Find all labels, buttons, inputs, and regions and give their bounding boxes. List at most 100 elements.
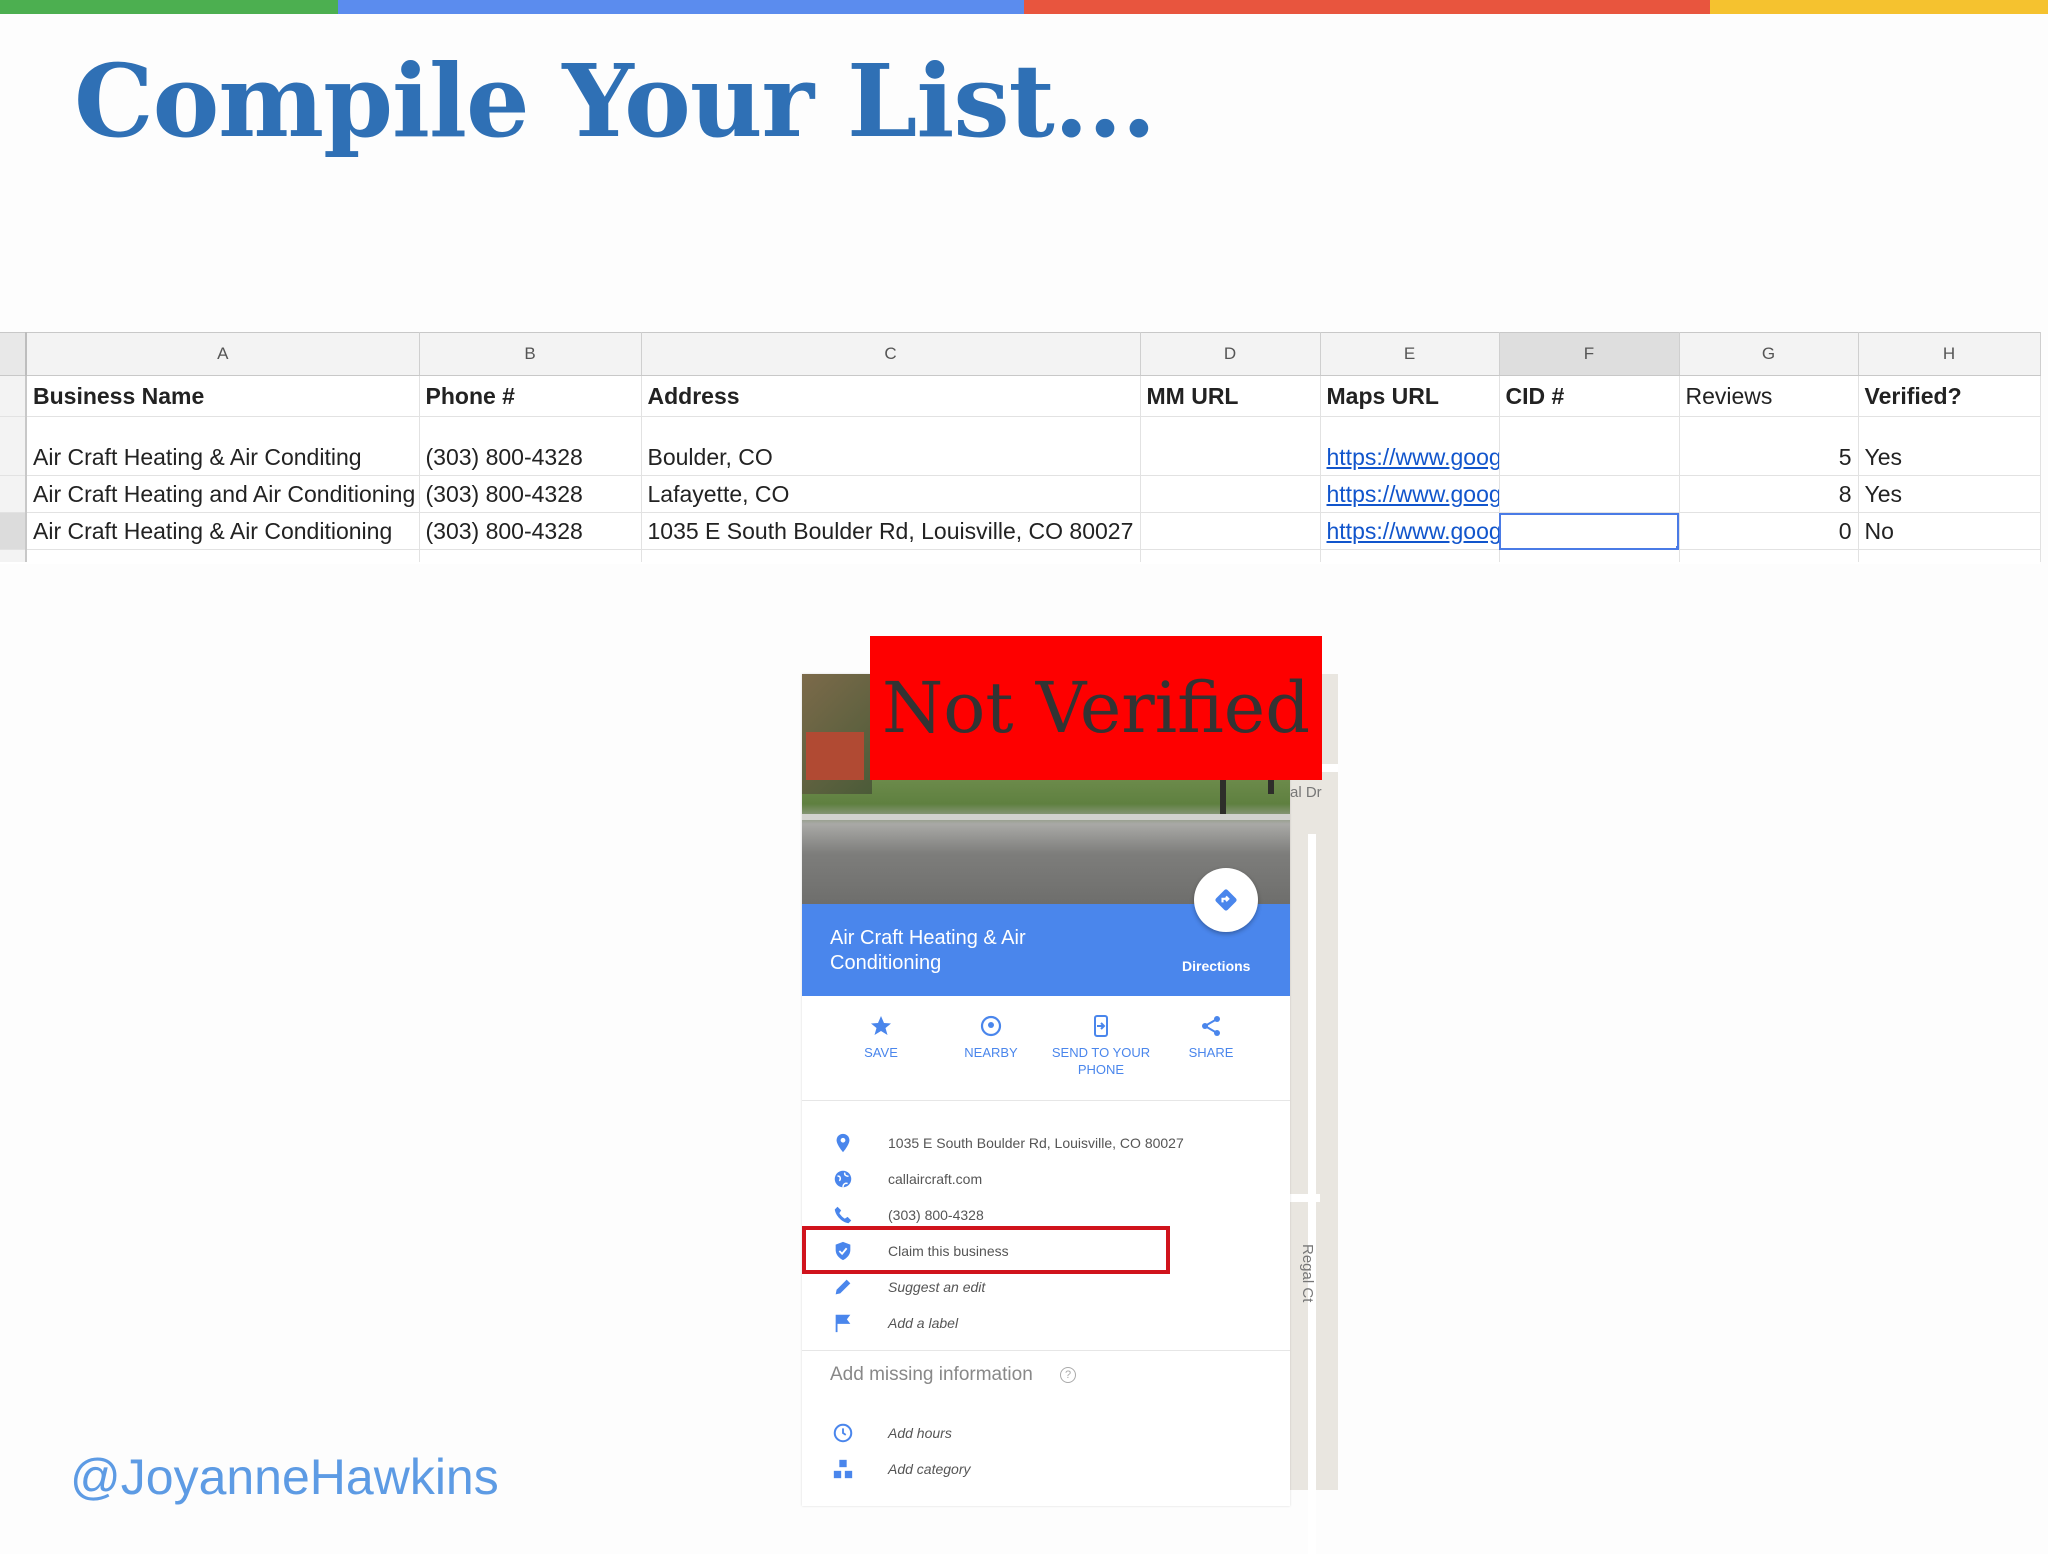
cell[interactable] (1320, 416, 1500, 439)
cell-reviews[interactable]: 0 (1679, 512, 1859, 550)
cell-verified[interactable]: No (1858, 512, 2041, 550)
spreadsheet: A B C D E F G H Business Name Phone # Ad… (0, 332, 2041, 564)
column-letter-c[interactable]: C (641, 332, 1141, 376)
cell-address[interactable]: Lafayette, CO (641, 475, 1141, 513)
map-street-label: al Dr (1290, 784, 1322, 801)
cell[interactable] (1499, 416, 1680, 439)
cell-cid[interactable] (1499, 439, 1680, 476)
add-category-link[interactable]: Add category (888, 1461, 971, 1477)
cell[interactable] (641, 549, 1141, 562)
header-mm-url[interactable]: MM URL (1140, 375, 1321, 417)
column-letter-g[interactable]: G (1679, 332, 1859, 376)
cell[interactable] (419, 416, 642, 439)
column-letter-a[interactable]: A (26, 332, 420, 376)
help-icon[interactable]: ? (1060, 1366, 1077, 1383)
nearby-icon (980, 1015, 1002, 1037)
cell[interactable] (1140, 549, 1321, 562)
cell-business-name[interactable]: Air Craft Heating & Air Conditioning (26, 512, 420, 550)
row-header[interactable] (0, 375, 27, 417)
active-cell-cid[interactable] (1499, 512, 1680, 550)
cell-phone[interactable]: (303) 800-4328 (419, 439, 642, 476)
column-letter-f[interactable]: F (1499, 332, 1680, 376)
cell[interactable] (26, 416, 420, 439)
cell-address[interactable]: 1035 E South Boulder Rd, Louisville, CO … (641, 512, 1141, 550)
pencil-icon (835, 1279, 851, 1295)
row-header[interactable] (0, 475, 27, 513)
cell[interactable] (26, 549, 420, 562)
column-letter-b[interactable]: B (419, 332, 642, 376)
cell[interactable] (1140, 416, 1321, 439)
add-label-row[interactable]: Add a label (802, 1306, 1290, 1342)
add-hours-link[interactable]: Add hours (888, 1425, 952, 1441)
header-maps-url[interactable]: Maps URL (1320, 375, 1500, 417)
send-to-phone-button[interactable]: SEND TO YOUR PHONE (1046, 996, 1156, 1078)
cell-address[interactable]: Boulder, CO (641, 439, 1141, 476)
slide-title: Compile Your List... (74, 42, 1156, 160)
cell-mm-url[interactable] (1140, 439, 1321, 476)
cell-maps-url[interactable]: https://www.goog (1320, 475, 1500, 513)
cell[interactable] (1320, 549, 1500, 562)
cell-phone[interactable]: (303) 800-4328 (419, 475, 642, 513)
cell-mm-url[interactable] (1140, 512, 1321, 550)
globe-icon (834, 1170, 852, 1188)
cell[interactable] (419, 549, 642, 562)
header-cid[interactable]: CID # (1499, 375, 1680, 417)
cell[interactable] (1858, 416, 2041, 439)
header-verified[interactable]: Verified? (1858, 375, 2041, 417)
header-phone[interactable]: Phone # (419, 375, 642, 417)
row-header[interactable] (0, 416, 27, 439)
not-verified-label: Not Verified (870, 636, 1322, 780)
cell-reviews[interactable]: 5 (1679, 439, 1859, 476)
send-to-phone-icon (1094, 1015, 1108, 1037)
cell-verified[interactable]: Yes (1858, 439, 2041, 476)
column-letter-h[interactable]: H (1858, 332, 2041, 376)
fill-handle[interactable] (1675, 546, 1678, 549)
maps-business-card: Air Craft Heating & Air Conditioning Dir… (802, 674, 1290, 1506)
add-category-row[interactable]: Add category (802, 1452, 1290, 1488)
cell-verified[interactable]: Yes (1858, 475, 2041, 513)
row-header[interactable] (0, 512, 27, 550)
header-address[interactable]: Address (641, 375, 1141, 417)
suggest-edit-row[interactable]: Suggest an edit (802, 1270, 1290, 1306)
cell-cid[interactable] (1499, 475, 1680, 513)
cell[interactable] (1499, 549, 1680, 562)
phone-icon (834, 1206, 852, 1224)
nearby-button[interactable]: NEARBY (936, 996, 1046, 1061)
directions-button[interactable] (1194, 868, 1258, 932)
add-label-link[interactable]: Add a label (888, 1315, 958, 1331)
next-row (0, 549, 2041, 562)
cell-maps-url[interactable]: https://www.goog (1320, 512, 1500, 550)
cell[interactable] (1858, 549, 2041, 562)
select-all-corner[interactable] (0, 332, 27, 376)
map-background[interactable]: al Dr Regal Ct (1290, 674, 1338, 1554)
cell-maps-url[interactable]: https://www.goog (1320, 439, 1500, 476)
maps-url-link[interactable]: https://www.goog (1327, 444, 1499, 470)
column-letter-e[interactable]: E (1320, 332, 1500, 376)
header-reviews[interactable]: Reviews (1679, 375, 1859, 417)
website-link[interactable]: callaircraft.com (888, 1171, 982, 1187)
cell-business-name[interactable]: Air Craft Heating & Air Conditing (26, 439, 420, 476)
suggest-edit-link[interactable]: Suggest an edit (888, 1279, 985, 1295)
cell-reviews[interactable]: 8 (1679, 475, 1859, 513)
header-business-name[interactable]: Business Name (26, 375, 420, 417)
cell-business-name[interactable]: Air Craft Heating and Air Conditioning (26, 475, 420, 513)
business-name-bar: Air Craft Heating & Air Conditioning Dir… (802, 868, 1290, 996)
address-row[interactable]: 1035 E South Boulder Rd, Louisville, CO … (802, 1126, 1290, 1162)
share-button[interactable]: SHARE (1156, 996, 1266, 1061)
cell-phone[interactable]: (303) 800-4328 (419, 512, 642, 550)
category-icon (833, 1459, 853, 1479)
maps-url-link[interactable]: https://www.goog (1327, 518, 1499, 544)
save-button[interactable]: SAVE (826, 996, 936, 1061)
row-header[interactable] (0, 439, 27, 476)
website-row[interactable]: callaircraft.com (802, 1162, 1290, 1198)
maps-url-link[interactable]: https://www.goog (1327, 481, 1499, 507)
add-hours-row[interactable]: Add hours (802, 1416, 1290, 1452)
share-icon (1202, 1016, 1220, 1036)
cell[interactable] (1679, 416, 1859, 439)
cell-mm-url[interactable] (1140, 475, 1321, 513)
row-header[interactable] (0, 549, 27, 562)
cell[interactable] (1679, 549, 1859, 562)
directions-label: Directions (1182, 958, 1251, 974)
cell[interactable] (641, 416, 1141, 439)
column-letter-d[interactable]: D (1140, 332, 1321, 376)
